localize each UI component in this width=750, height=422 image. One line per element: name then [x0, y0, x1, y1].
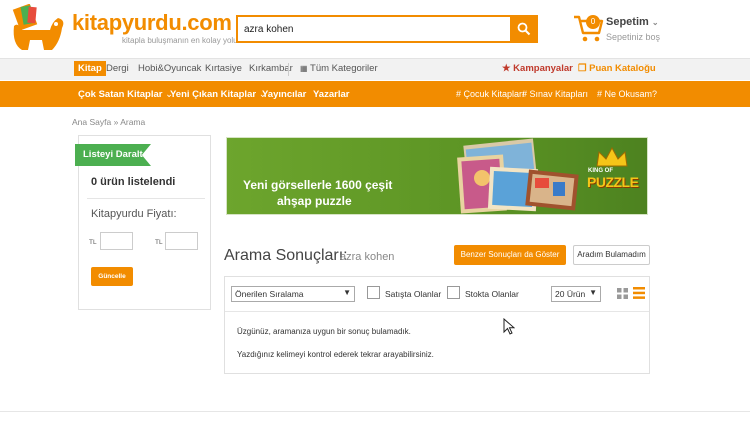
header: kitapyurdu.com kitapla buluşmanın en kol… [0, 0, 750, 58]
banner-headline: Yeni görsellerle 1600 çeşit [243, 178, 393, 192]
chevron-down-icon: ▼ [343, 288, 351, 297]
star-icon: ★ [502, 63, 511, 74]
results-panel: Önerilen Sıralama ▼ Satışta Olanlar Stok… [224, 276, 650, 374]
nav-item-all-categories-label: Tüm Kategoriler [310, 63, 378, 74]
nav-campaigns-label: Kampanyalar [513, 63, 573, 74]
nav-item-kirkambar[interactable]: Kırkambar [249, 63, 293, 74]
grid-view-icon[interactable] [617, 288, 628, 299]
nav-authors[interactable]: Yazarlar [313, 89, 349, 100]
results-title: Arama Sonuçları: [224, 247, 348, 264]
gift-icon: ❐ [578, 63, 587, 74]
nav-item-kitap[interactable]: Kitap [74, 61, 106, 76]
chevron-down-icon: ⌄ [651, 18, 659, 27]
in-stock-label[interactable]: Stokta Olanlar [465, 289, 519, 299]
grid-icon: ▦ [300, 64, 308, 73]
sort-select-value: Önerilen Sıralama [235, 289, 304, 299]
filter-badge: Listeyi Daralt [75, 144, 151, 166]
divider [87, 198, 205, 199]
tag-exam-books[interactable]: # Sınav Kitapları [522, 89, 588, 99]
update-button[interactable]: Güncelle [91, 267, 133, 286]
currency-label-max: TL [155, 239, 163, 246]
chevron-down-icon: ▼ [589, 288, 597, 297]
nav-item-all-categories[interactable]: ▦ Tüm Kategoriler [300, 63, 378, 74]
nav-publishers[interactable]: Yayıncılar [262, 89, 306, 100]
nav-campaigns[interactable]: ★ Kampanyalar [502, 63, 573, 74]
nav-bestsellers-label: Çok Satan Kitaplar [78, 89, 163, 100]
category-nav: Kitap Dergi Hobi&Oyuncak Kırtasiye Kırka… [0, 58, 750, 80]
cart-title[interactable]: Sepetim ⌄ [606, 16, 659, 28]
logo-text[interactable]: kitapyurdu.com [72, 10, 232, 36]
currency-label-min: TL [89, 239, 97, 246]
on-sale-label[interactable]: Satışta Olanlar [385, 289, 441, 299]
price-max-input[interactable] [165, 232, 198, 250]
in-stock-checkbox[interactable] [447, 286, 460, 299]
sort-select[interactable]: Önerilen Sıralama ▼ [231, 286, 355, 302]
divider [225, 311, 649, 312]
on-sale-checkbox[interactable] [367, 286, 380, 299]
no-results-message: Üzgünüz, aramanıza uygun bir sonuç bulam… [237, 327, 411, 336]
promo-banner[interactable]: Yeni görsellerle 1600 çeşit ahşap puzzle… [226, 137, 648, 215]
filter-sidebar: Listeyi Daralt 0 ürün listelendi Kitapyu… [75, 135, 211, 310]
cart-title-label: Sepetim [606, 16, 649, 28]
nav-new-releases-label: Yeni Çıkan Kitaplar [170, 89, 257, 100]
nav-item-hobi[interactable]: Hobi&Oyuncak [138, 63, 201, 74]
brand-logo-text: PUZZLE [587, 174, 639, 190]
logo-icon[interactable] [8, 4, 70, 54]
breadcrumb[interactable]: Ana Sayfa » Arama [72, 117, 145, 127]
mouse-cursor-icon [503, 318, 515, 335]
main-nav: Çok Satan Kitaplar ⌄ Yeni Çıkan Kitaplar… [0, 81, 750, 107]
nav-item-kirtasiye[interactable]: Kırtasiye [205, 63, 242, 74]
nav-divider [288, 63, 289, 76]
no-results-hint: Yazdığınız kelimeyi kontrol ederek tekra… [237, 350, 434, 359]
show-similar-button[interactable]: Benzer Sonuçları da Göster [454, 245, 566, 265]
search-button[interactable] [510, 15, 538, 43]
search-icon [517, 22, 531, 36]
nav-new-releases[interactable]: Yeni Çıkan Kitaplar ⌄ [170, 89, 267, 100]
search-input[interactable] [236, 15, 510, 43]
nav-item-dergi[interactable]: Dergi [106, 63, 129, 74]
crown-icon [596, 146, 628, 167]
list-view-icon[interactable] [633, 287, 645, 299]
logo-tagline: kitapla buluşmanın en kolay yolu [122, 36, 238, 45]
price-filter-title: Kitapyurdu Fiyatı: [91, 208, 177, 220]
per-page-value: 20 Ürün [555, 289, 586, 299]
cart-count-badge: 0 [586, 15, 600, 29]
results-query: azra kohen [340, 251, 395, 263]
cart-subtitle: Sepetiniz boş [606, 32, 661, 42]
not-found-button[interactable]: Aradım Bulamadım [573, 245, 650, 265]
nav-points-catalog-label: Puan Kataloğu [589, 63, 656, 74]
tag-children-books[interactable]: # Çocuk Kitapları [456, 89, 525, 99]
price-min-input[interactable] [100, 232, 133, 250]
product-count: 0 ürün listelendi [91, 176, 176, 188]
footer-divider [0, 411, 750, 412]
tag-what-to-read[interactable]: # Ne Okusam? [597, 89, 657, 99]
banner-subheadline: ahşap puzzle [277, 194, 352, 208]
nav-points-catalog[interactable]: ❐ Puan Kataloğu [578, 63, 656, 74]
nav-bestsellers[interactable]: Çok Satan Kitaplar ⌄ [78, 89, 173, 100]
per-page-select[interactable]: 20 Ürün ▼ [551, 286, 601, 302]
